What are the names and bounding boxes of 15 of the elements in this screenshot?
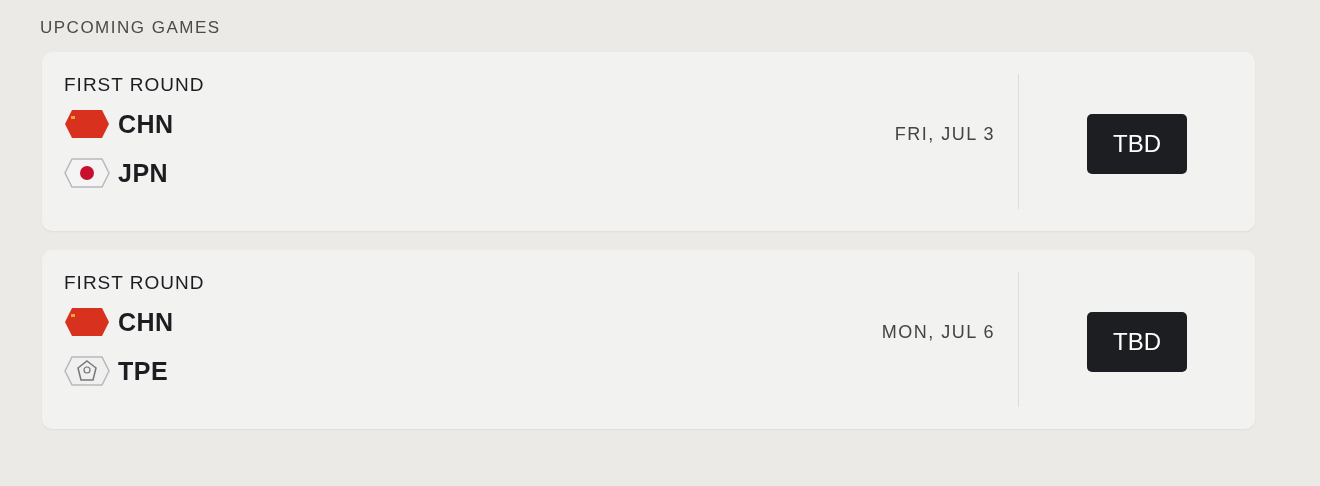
game-date: MON, JUL 6 <box>881 321 996 344</box>
team-code: CHN <box>118 109 174 139</box>
round-label: FIRST ROUND <box>64 73 206 97</box>
team-code: JPN <box>118 158 169 188</box>
tbd-button[interactable]: TBD <box>1087 311 1187 372</box>
flag-icon <box>64 356 110 386</box>
tbd-button[interactable]: TBD <box>1087 113 1187 174</box>
flag-icon <box>64 307 110 337</box>
section-title: UPCOMING GAMES <box>40 17 222 39</box>
flag-icon <box>64 158 110 188</box>
flag-icon <box>64 109 110 139</box>
round-label: FIRST ROUND <box>64 271 206 295</box>
team-code: TPE <box>118 356 169 386</box>
game-date: FRI, JUL 3 <box>894 123 996 146</box>
team-code: CHN <box>118 307 174 337</box>
